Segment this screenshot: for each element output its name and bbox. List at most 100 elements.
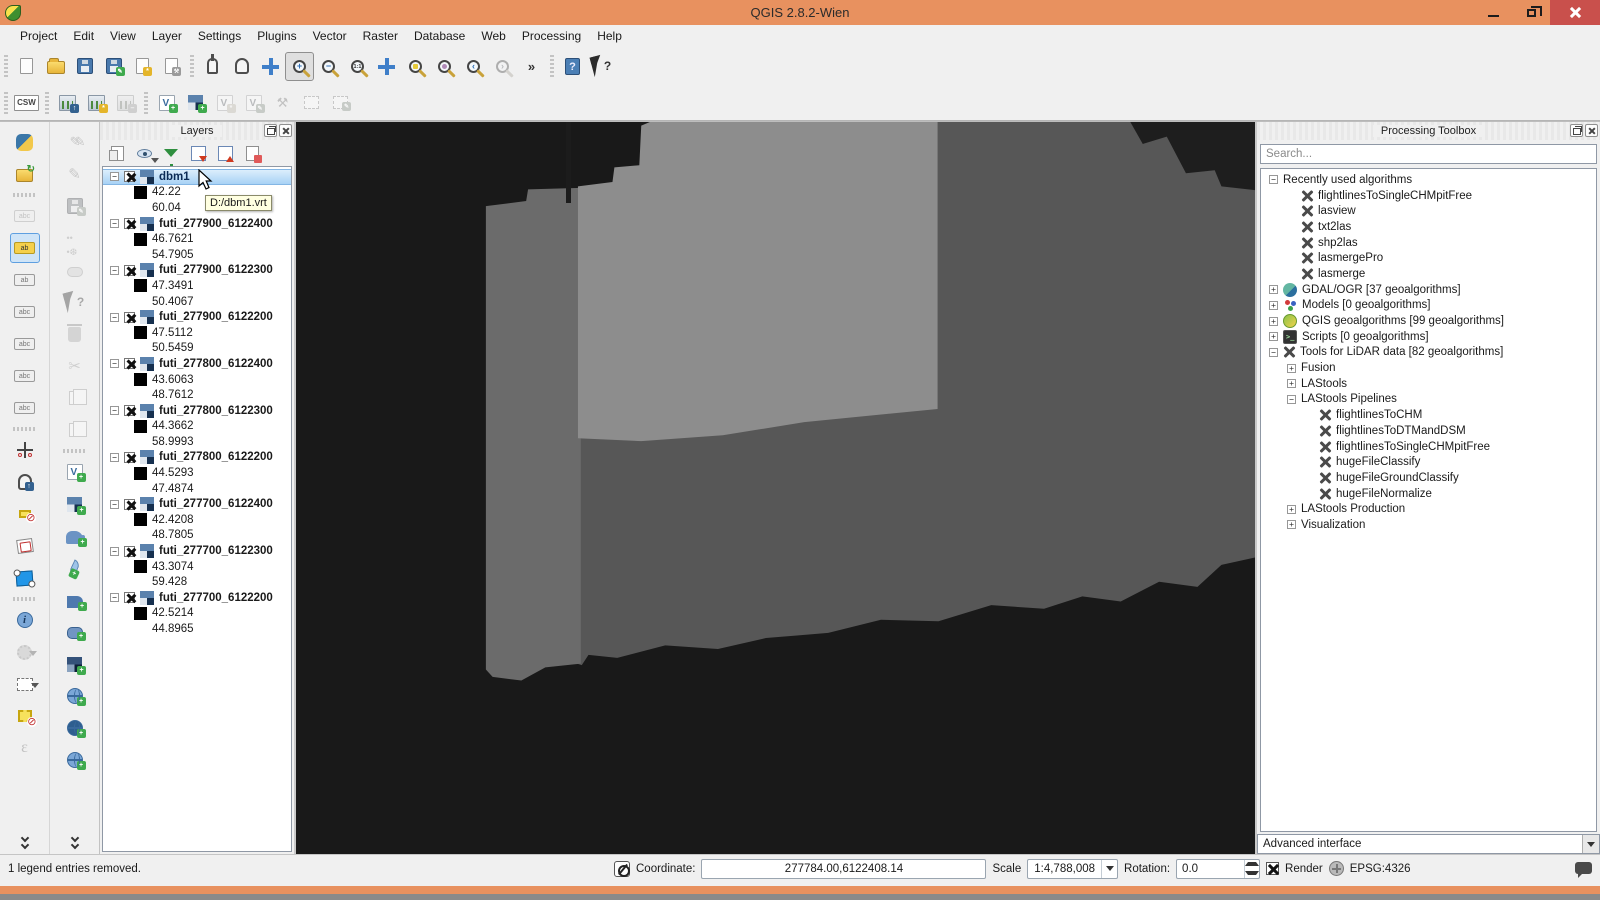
toolbar-grip[interactable] [13,427,37,431]
expand-toggle[interactable] [1287,520,1296,529]
add-wms-layer-button[interactable] [60,681,90,711]
remove-layer-button[interactable] [243,144,261,162]
simplify-feature-button[interactable] [60,255,90,285]
expand-all-button[interactable] [189,144,207,162]
osm-import-button[interactable] [82,88,111,117]
layer-row[interactable]: futi_277700_6122200 [103,590,291,606]
map-canvas[interactable] [296,122,1255,854]
osm-download-button[interactable] [53,88,82,117]
messages-bubble-icon[interactable] [1575,862,1592,874]
rotation-down-button[interactable] [1245,869,1259,878]
save-project-as-button[interactable] [99,52,128,81]
add-wfs-layer-button[interactable] [60,745,90,775]
tree-group-fusion[interactable]: Fusion [1261,360,1596,376]
extents-tracking-icon[interactable] [614,861,630,877]
zoom-full-button[interactable] [372,52,401,81]
collapse-toggle[interactable] [1287,395,1296,404]
close-button[interactable] [1550,0,1600,25]
menu-help[interactable]: Help [589,26,630,46]
tree-group[interactable]: Recently used algorithms [1261,172,1596,188]
new-composer-button[interactable] [128,52,157,81]
tree-provider-models[interactable]: Models [0 geoalgorithms] [1261,298,1596,314]
help-contents-button[interactable] [558,52,587,81]
label-edit-button[interactable]: abc [10,393,40,423]
layer-checkbox[interactable] [124,358,135,369]
zoom-to-selection-button[interactable] [401,52,430,81]
toolbar-expand-chevrons[interactable] [22,835,28,848]
new-raster-layer-button[interactable] [181,88,210,117]
tree-algorithm[interactable]: lasmergePro [1261,250,1596,266]
zoom-to-layer-button[interactable] [430,52,459,81]
hand-annotation-button[interactable] [10,467,40,497]
build-tools-button[interactable] [268,88,297,117]
close-panel-button[interactable] [279,124,292,137]
tree-algorithm[interactable]: hugeFileClassify [1261,454,1596,470]
toolbar-grip[interactable] [45,92,49,114]
add-postgis-layer-button[interactable] [60,521,90,551]
tree-group-visualization[interactable]: Visualization [1261,517,1596,533]
collapse-toggle[interactable] [110,453,119,462]
float-panel-button[interactable] [1570,124,1583,137]
run-feature-action-button[interactable] [10,637,40,667]
label-move-button[interactable]: abc [10,329,40,359]
layer-row[interactable]: futi_277900_6122200 [103,309,291,325]
layer-row[interactable]: futi_277900_6122400 [103,216,291,232]
expand-toggle[interactable] [1269,317,1278,326]
measure-small-button[interactable] [10,499,40,529]
dropdown-button[interactable] [1582,835,1599,853]
scale-combobox[interactable]: 1:4,788,008 [1027,859,1118,879]
toolbar-grip[interactable] [63,449,87,453]
toolbar-grip[interactable] [13,597,37,601]
zoom-native-button[interactable]: 1:1 [343,52,372,81]
whats-this-button[interactable] [587,52,616,81]
add-db2-layer-button[interactable] [60,649,90,679]
expand-toggle[interactable] [1287,364,1296,373]
menu-raster[interactable]: Raster [355,26,406,46]
toolbar-grip[interactable] [4,55,8,77]
zoom-next-button[interactable]: › [488,52,517,81]
rotation-up-button[interactable] [1245,860,1259,869]
processing-panel-header[interactable]: Processing Toolbox [1257,122,1600,140]
save-edits-button[interactable] [60,191,90,221]
layer-row[interactable]: futi_277800_6122400 [103,356,291,372]
collapse-toggle[interactable] [110,359,119,368]
minimize-button[interactable] [1474,0,1512,25]
layer-row[interactable]: futi_277900_6122300 [103,263,291,279]
collapse-toggle[interactable] [110,172,119,181]
collapse-toggle[interactable] [110,547,119,556]
menu-vector[interactable]: Vector [305,26,355,46]
menu-processing[interactable]: Processing [514,26,589,46]
pan-map-button[interactable] [227,52,256,81]
toolbar-grip[interactable] [190,55,194,77]
tree-algorithm[interactable]: hugeFileGroundClassify [1261,470,1596,486]
pan-to-selection-button[interactable] [256,52,285,81]
tree-algorithm[interactable]: txt2las [1261,219,1596,235]
expand-toggle[interactable] [1269,301,1278,310]
layer-row[interactable]: futi_277800_6122200 [103,450,291,466]
toolbar-grip[interactable] [144,92,148,114]
save-project-button[interactable] [70,52,99,81]
copy-features-button[interactable] [60,383,90,413]
coordinate-input[interactable]: 277784.00,6122408.14 [701,859,986,879]
new-print-area-button[interactable] [297,88,326,117]
new-project-button[interactable] [12,52,41,81]
collapse-toggle[interactable] [110,593,119,602]
tree-group-lastools-pipelines[interactable]: LAStools Pipelines [1261,392,1596,408]
touch-zoom-button[interactable] [198,52,227,81]
layer-checkbox[interactable] [124,546,135,557]
manage-visibility-button[interactable] [135,144,153,162]
feature-tool-button[interactable] [60,287,90,317]
add-raster-layer-button[interactable] [60,489,90,519]
rotation-spinner[interactable]: 0.0 [1176,859,1260,879]
tree-algorithm[interactable]: shp2las [1261,235,1596,251]
add-mssql-layer-button[interactable] [60,585,90,615]
tree-algorithm[interactable]: flightlinesToSingleCHMpitFree [1261,188,1596,204]
add-oracle-layer-button[interactable] [60,617,90,647]
tree-algorithm[interactable]: flightlinesToSingleCHMpitFree [1261,439,1596,455]
tree-algorithm[interactable]: flightlinesToCHM [1261,407,1596,423]
paste-features-button[interactable] [60,415,90,445]
expand-toggle[interactable] [1287,505,1296,514]
check-geometries-button[interactable] [10,531,40,561]
restore-button[interactable] [1512,0,1550,25]
collapse-toggle[interactable] [110,266,119,275]
